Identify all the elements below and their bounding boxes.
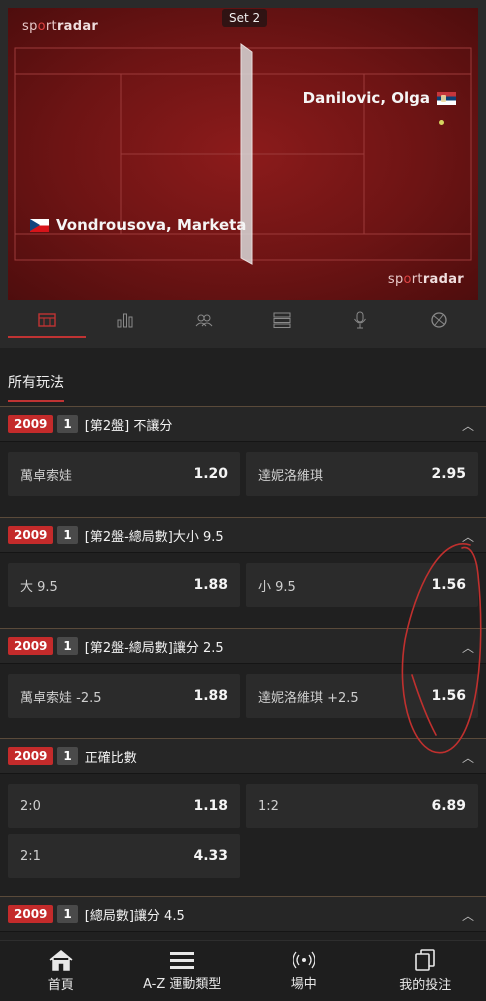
market-set2-handicap: 2009 1 [第2盤-總局數]讓分 2.5 ︿ 萬卓索娃 -2.51.88 達…: [0, 628, 486, 728]
serbia-flag-icon: [437, 92, 456, 105]
sportradar-logo: sportradar: [388, 272, 464, 287]
live-broadcast-icon: [293, 950, 315, 970]
czech-flag-icon: [30, 219, 49, 232]
menu-icon: [169, 950, 195, 970]
bet-slip-icon: [414, 949, 436, 971]
market-header[interactable]: 2009 1 [總局數]讓分 4.5 ︿: [0, 896, 486, 932]
match-code-badge: 2009: [8, 905, 53, 923]
player-2: Danilovic, Olga: [303, 89, 456, 107]
players-icon: [195, 313, 213, 327]
list-icon: [273, 312, 291, 328]
tab-sport[interactable]: [400, 304, 478, 336]
market-total-games-handicap: 2009 1 [總局數]讓分 4.5 ︿: [0, 896, 486, 932]
tab-all-markets[interactable]: 所有玩法: [8, 372, 64, 402]
market-title: 正確比數: [85, 747, 137, 766]
market-set2-winner: 2009 1 [第2盤] 不讓分 ︿ 萬卓索娃1.20 達妮洛維琪2.95: [0, 406, 486, 506]
market-title: [第2盤-總局數]大小 9.5: [85, 526, 224, 545]
market-number-badge: 1: [57, 415, 77, 433]
match-code-badge: 2009: [8, 526, 53, 544]
bottom-nav: 首頁 A-Z 運動類型 場中 我的投注: [0, 940, 486, 1001]
tracker-tabs: [8, 304, 478, 336]
market-set2-total-games: 2009 1 [第2盤-總局數]大小 9.5 ︿ 大 9.51.88 小 9.5…: [0, 517, 486, 617]
sportradar-logo: sportradar: [22, 19, 98, 34]
nav-home[interactable]: 首頁: [0, 941, 122, 1001]
odds-button[interactable]: 大 9.51.88: [8, 563, 240, 607]
market-header[interactable]: 2009 1 [第2盤-總局數]大小 9.5 ︿: [0, 517, 486, 553]
match-code-badge: 2009: [8, 415, 53, 433]
chevron-up-icon[interactable]: ︿: [462, 417, 474, 434]
market-title: [總局數]讓分 4.5: [85, 905, 185, 924]
odds-button[interactable]: 達妮洛維琪2.95: [246, 452, 478, 496]
odds-button[interactable]: 2:14.33: [8, 834, 240, 878]
home-icon: [48, 949, 74, 971]
market-title: [第2盤-總局數]讓分 2.5: [85, 637, 224, 656]
tennis-ball-icon: [431, 312, 447, 328]
tab-commentary[interactable]: [321, 304, 399, 336]
court-lines: [8, 8, 478, 300]
odds-button[interactable]: 2:01.18: [8, 784, 240, 828]
bar-chart-icon: [117, 312, 133, 328]
tab-scoreboard[interactable]: [8, 304, 86, 336]
market-number-badge: 1: [57, 905, 77, 923]
chevron-up-icon[interactable]: ︿: [462, 907, 474, 924]
player-2-name: Danilovic, Olga: [303, 89, 430, 107]
chevron-up-icon[interactable]: ︿: [462, 749, 474, 766]
tab-list[interactable]: [243, 304, 321, 336]
match-code-badge: 2009: [8, 747, 53, 765]
chevron-up-icon[interactable]: ︿: [462, 639, 474, 656]
odds-button[interactable]: 萬卓索娃 -2.51.88: [8, 674, 240, 718]
nav-sports-az[interactable]: A-Z 運動類型: [122, 941, 244, 1001]
match-code-badge: 2009: [8, 637, 53, 655]
match-tracker: sportradar sportradar Vondrousova, Marke…: [0, 0, 486, 348]
chevron-up-icon[interactable]: ︿: [462, 528, 474, 545]
player-1: Vondrousova, Marketa: [30, 216, 246, 234]
nav-live-label: 場中: [291, 973, 317, 992]
nav-home-label: 首頁: [48, 974, 74, 993]
market-correct-score: 2009 1 正確比數 ︿ 2:01.18 1:26.89 2:14.33: [0, 738, 486, 888]
market-header[interactable]: 2009 1 [第2盤-總局數]讓分 2.5 ︿: [0, 628, 486, 664]
scoreboard-icon: [38, 313, 56, 327]
nav-live[interactable]: 場中: [243, 941, 365, 1001]
player-1-name: Vondrousova, Marketa: [56, 216, 246, 234]
market-number-badge: 1: [57, 526, 77, 544]
market-number-badge: 1: [57, 747, 77, 765]
market-number-badge: 1: [57, 637, 77, 655]
market-header[interactable]: 2009 1 [第2盤] 不讓分 ︿: [0, 406, 486, 442]
nav-my-bets[interactable]: 我的投注: [365, 941, 486, 1001]
serve-indicator-icon: [439, 120, 444, 125]
market-header[interactable]: 2009 1 正確比數 ︿: [0, 738, 486, 774]
odds-button[interactable]: 小 9.51.56: [246, 563, 478, 607]
odds-button[interactable]: 1:26.89: [246, 784, 478, 828]
nav-sports-az-label: A-Z 運動類型: [143, 973, 221, 992]
microphone-icon: [353, 311, 367, 329]
tab-stats[interactable]: [86, 304, 164, 336]
tennis-court: sportradar sportradar Vondrousova, Marke…: [8, 8, 478, 300]
nav-my-bets-label: 我的投注: [399, 974, 451, 993]
tab-lineups[interactable]: [165, 304, 243, 336]
market-title: [第2盤] 不讓分: [85, 415, 173, 434]
odds-button[interactable]: 萬卓索娃1.20: [8, 452, 240, 496]
odds-button[interactable]: 達妮洛維琪 +2.51.56: [246, 674, 478, 718]
set-badge: Set 2: [222, 9, 267, 27]
